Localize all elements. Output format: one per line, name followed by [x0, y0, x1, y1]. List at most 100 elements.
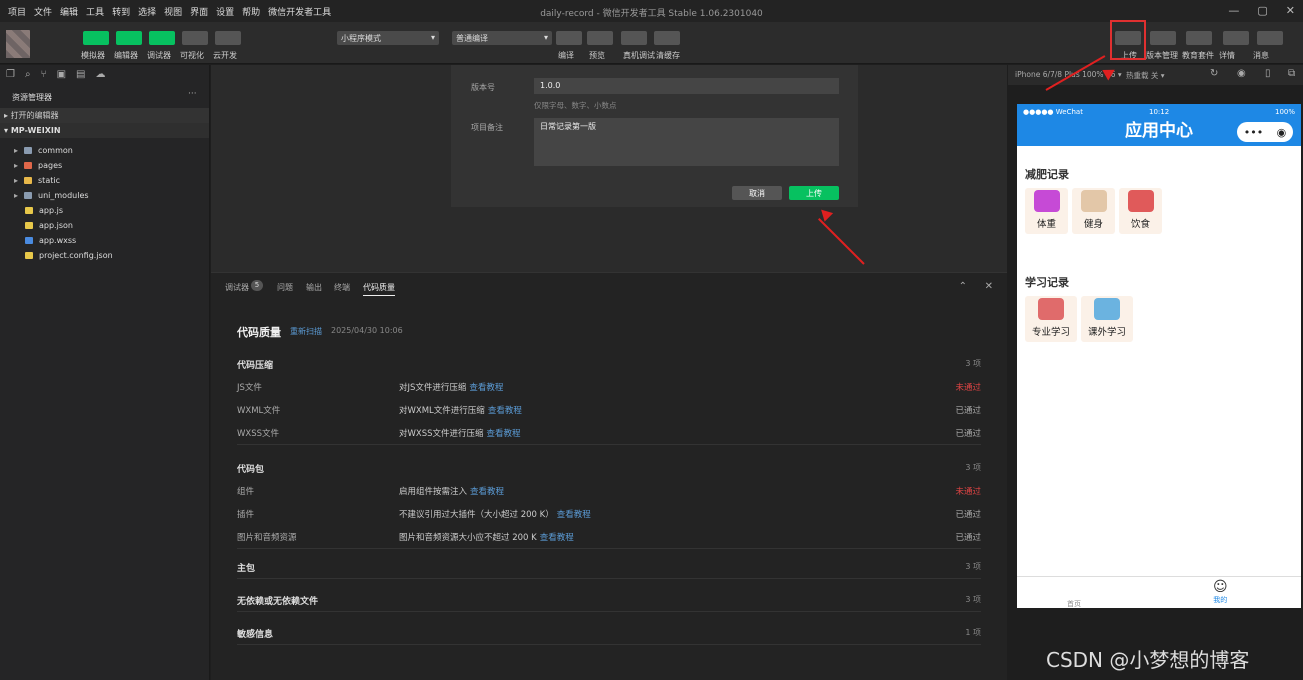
toolbar-button[interactable]	[587, 31, 613, 45]
quality-heading: 代码质量	[237, 326, 281, 339]
chevron-right-icon: ▸	[14, 161, 19, 170]
file-item[interactable]: app.json	[25, 221, 73, 230]
app-card[interactable]: 课外学习	[1081, 296, 1133, 342]
version-label: 版本号	[471, 83, 495, 92]
toolbar-button[interactable]	[1150, 31, 1176, 45]
target-icon[interactable]: ◉	[1277, 126, 1287, 139]
tab-item[interactable]: ☺ 我的	[1213, 579, 1228, 605]
folder-icon	[24, 147, 33, 154]
tutorial-link[interactable]: 查看教程	[540, 533, 574, 543]
toolbar-button-label: 真机调试	[623, 51, 655, 60]
open-editors[interactable]: ▸ 打开的编辑器	[0, 108, 209, 123]
toolbar-button[interactable]	[182, 31, 208, 45]
section-header[interactable]: 代码包 3 项	[237, 462, 981, 475]
toolbar-button[interactable]	[83, 31, 109, 45]
section-header[interactable]: 无依赖或无依赖文件 3 项	[237, 594, 981, 607]
toolbar-button[interactable]	[654, 31, 680, 45]
version-input[interactable]: 1.0.0	[534, 78, 839, 94]
sidebar-icons: ❐ ⌕ ⑂ ▣ ▤ ☁	[6, 69, 105, 80]
git-icon[interactable]: ⑂	[41, 69, 47, 80]
panel-tab[interactable]: 问题	[277, 282, 293, 293]
toolbar-button[interactable]	[149, 31, 175, 45]
tutorial-link[interactable]: 查看教程	[469, 383, 503, 393]
file-item[interactable]: app.js	[25, 206, 63, 215]
capsule-menu[interactable]: ••• ◉	[1237, 122, 1293, 142]
app-card[interactable]: 饮食	[1119, 188, 1162, 234]
file-item[interactable]: project.config.json	[25, 251, 113, 260]
record-icon[interactable]: ◉	[1237, 68, 1246, 79]
tutorial-link[interactable]: 查看教程	[487, 429, 521, 439]
avatar[interactable]	[6, 30, 30, 58]
cloud-icon[interactable]: ☁	[95, 69, 105, 80]
folder-item[interactable]: ▸ pages	[14, 161, 62, 170]
popout-icon[interactable]: ⧉	[1288, 68, 1295, 79]
toolbar-button-label: 清缓存	[656, 51, 680, 60]
window-title: daily-record - 微信开发者工具 Stable 1.06.23010…	[540, 9, 763, 19]
compile-select-value: 普通编译	[456, 34, 488, 43]
toolbar-button[interactable]	[621, 31, 647, 45]
refresh-icon[interactable]: ↻	[1210, 68, 1218, 79]
section-header[interactable]: 代码压缩 3 项	[237, 358, 981, 371]
watermark: CSDN @小梦想的博客	[1046, 648, 1250, 672]
app-card[interactable]: 体重	[1025, 188, 1068, 234]
upload-confirm-button[interactable]: 上传	[789, 186, 839, 200]
toolbar-button[interactable]	[116, 31, 142, 45]
toolbar-button[interactable]	[1223, 31, 1249, 45]
chevron-up-icon[interactable]: ⌃	[959, 281, 967, 292]
rule-name: 插件	[237, 510, 255, 520]
tutorial-link[interactable]: 查看教程	[557, 510, 591, 520]
toolbar-button[interactable]	[1186, 31, 1212, 45]
section-title: 代码压缩	[237, 361, 274, 371]
extensions-icon[interactable]: ▤	[76, 69, 85, 80]
toolbar-button-label: 调试器	[147, 51, 171, 60]
panel-tab[interactable]: 输出	[306, 282, 322, 293]
version-hint: 仅限字母、数字、小数点	[534, 101, 617, 110]
file-label: project.config.json	[39, 251, 113, 260]
folder-item[interactable]: ▸ uni_modules	[14, 191, 89, 200]
folder-item[interactable]: ▸ common	[14, 146, 73, 155]
tutorial-link[interactable]: 查看教程	[470, 487, 504, 497]
app-icon	[1080, 190, 1107, 212]
toolbar-button-label: 可视化	[180, 51, 204, 60]
more-icon[interactable]: ···	[188, 89, 197, 99]
app-icon	[1033, 190, 1060, 212]
files-icon[interactable]: ❐	[6, 69, 15, 80]
rule-desc-text: 启用组件按需注入	[399, 487, 468, 497]
app-card[interactable]: 健身	[1072, 188, 1115, 234]
phone-icon[interactable]: ▯	[1265, 68, 1271, 79]
debug-icon[interactable]: ▣	[57, 69, 66, 80]
folder-label: pages	[38, 161, 63, 170]
toolbar-button[interactable]	[215, 31, 241, 45]
section-header[interactable]: 主包 3 项	[237, 561, 981, 574]
app-label: 饮食	[1130, 219, 1150, 230]
minimize-icon[interactable]: —	[1228, 4, 1239, 17]
search-icon[interactable]: ⌕	[25, 69, 31, 80]
close-icon[interactable]: ✕	[985, 281, 993, 292]
file-item[interactable]: app.wxss	[25, 236, 76, 245]
app-card[interactable]: 专业学习	[1025, 296, 1077, 342]
chevron-right-icon: ▸	[14, 191, 19, 200]
app-label: 健身	[1083, 219, 1103, 230]
folder-item[interactable]: ▸ static	[14, 176, 60, 185]
toolbar-button[interactable]	[556, 31, 582, 45]
tutorial-link[interactable]: 查看教程	[488, 406, 522, 416]
compile-select[interactable]: 普通编译 ▾	[452, 31, 552, 45]
section-header[interactable]: 敏感信息 1 项	[237, 627, 981, 640]
project-root[interactable]: ▾ MP-WEIXIN	[0, 123, 209, 138]
window-controls: — ▢ ✕	[1228, 4, 1295, 17]
close-icon[interactable]: ✕	[1286, 4, 1295, 17]
hotreload-select[interactable]: 热重载 关 ▾	[1126, 70, 1165, 81]
panel-tab[interactable]: 终端	[334, 282, 350, 293]
toolbar-button[interactable]	[1257, 31, 1283, 45]
maximize-icon[interactable]: ▢	[1257, 4, 1267, 17]
panel-tab[interactable]: 代码质量	[363, 282, 395, 296]
rule-desc: 不建议引用过大插件（大小超过 200 K） 查看教程	[399, 508, 591, 520]
panel-tab[interactable]: 调试器	[225, 282, 249, 293]
mode-select[interactable]: 小程序模式 ▾	[337, 31, 439, 45]
file-icon	[25, 252, 33, 259]
cancel-button[interactable]: 取消	[732, 186, 782, 200]
remark-input[interactable]: 日常记录第一版	[534, 118, 839, 166]
tab-item[interactable]: 首页	[1067, 599, 1081, 609]
more-icon[interactable]: •••	[1244, 126, 1263, 139]
rescan-link[interactable]: 重新扫描	[290, 326, 322, 337]
